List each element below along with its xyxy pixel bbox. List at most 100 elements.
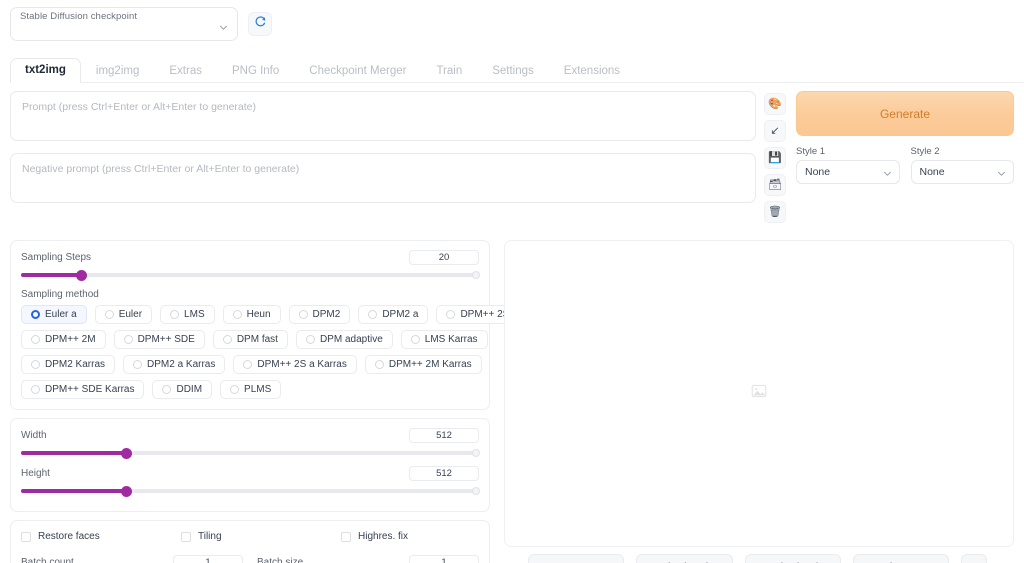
sampler-row-3: DPM2 Karras DPM2 a Karras DPM++ 2S a Kar… xyxy=(21,355,479,374)
sampler-lms-karras[interactable]: LMS Karras xyxy=(401,330,488,349)
sampler-dpmpp-2m[interactable]: DPM++ 2M xyxy=(21,330,106,349)
prompt-input[interactable]: Prompt (press Ctrl+Enter or Alt+Enter to… xyxy=(10,91,756,141)
batch-row: Batch count 1 Batch size xyxy=(21,554,479,563)
tab-settings[interactable]: Settings xyxy=(477,59,549,83)
style-2-select[interactable]: None xyxy=(911,160,1015,184)
sampling-steps-value[interactable]: 20 xyxy=(409,250,479,265)
sampler-label: DPM2 a Karras xyxy=(147,359,215,370)
height-slider: Height 512 xyxy=(21,465,479,497)
apply-style-icon[interactable]: 🗃 xyxy=(764,174,786,196)
tab-txt2img[interactable]: txt2img xyxy=(10,58,81,83)
radio-icon xyxy=(368,310,377,319)
sampler-dpmpp-sde[interactable]: DPM++ SDE xyxy=(114,330,205,349)
output-gallery[interactable] xyxy=(504,240,1014,547)
arrow-down-left-icon[interactable]: ↙ xyxy=(764,120,786,142)
main-tabs: txt2img img2img Extras PNG Info Checkpoi… xyxy=(10,57,1024,83)
sampler-dpm2[interactable]: DPM2 xyxy=(289,305,351,324)
sampler-label: LMS xyxy=(184,309,205,320)
sampler-dpmpp-sde-karras[interactable]: DPM++ SDE Karras xyxy=(21,380,144,399)
radio-icon xyxy=(124,335,133,344)
style-2-label: Style 2 xyxy=(911,146,1015,157)
width-value[interactable]: 512 xyxy=(409,428,479,443)
sampler-plms[interactable]: PLMS xyxy=(220,380,281,399)
tiling-checkbox[interactable]: Tiling xyxy=(181,531,341,542)
refresh-checkpoints-button[interactable] xyxy=(248,12,272,36)
sampler-dpm2-a-karras[interactable]: DPM2 a Karras xyxy=(123,355,225,374)
sampler-label: Euler xyxy=(119,309,142,320)
slider-fill xyxy=(21,451,126,455)
checkpoint-select[interactable]: Stable Diffusion checkpoint xyxy=(10,7,238,41)
tab-checkpoint-merger[interactable]: Checkpoint Merger xyxy=(294,59,421,83)
radio-icon xyxy=(446,310,455,319)
radio-icon xyxy=(230,385,239,394)
sampler-label: LMS Karras xyxy=(425,334,478,345)
tab-extras[interactable]: Extras xyxy=(154,59,217,83)
sampler-label: DPM2 xyxy=(313,309,341,320)
batch-count-label: Batch count xyxy=(21,557,74,563)
sampling-steps-track[interactable] xyxy=(21,269,479,281)
sampler-row-2: DPM++ 2M DPM++ SDE DPM fast DPM ada xyxy=(21,330,479,349)
style-selectors: Style 1 None Style 2 None xyxy=(796,146,1014,184)
sampler-label: DPM fast xyxy=(237,334,278,345)
slider-knob[interactable] xyxy=(121,486,132,497)
tab-img2img[interactable]: img2img xyxy=(81,59,154,83)
height-track[interactable] xyxy=(21,485,479,497)
negative-prompt-input[interactable]: Negative prompt (press Ctrl+Enter or Alt… xyxy=(10,153,756,203)
radio-icon xyxy=(243,360,252,369)
prompt-zone: Prompt (press Ctrl+Enter or Alt+Enter to… xyxy=(0,83,1024,223)
width-slider: Width 512 xyxy=(21,427,479,459)
send-to-extras-button[interactable]: Send to extras xyxy=(853,554,949,563)
batch-size-value[interactable]: 1 xyxy=(409,555,479,563)
folder-icon[interactable]: 📁 xyxy=(961,554,987,563)
sampling-method-label: Sampling method xyxy=(21,289,479,300)
image-placeholder-icon xyxy=(751,383,767,404)
radio-icon xyxy=(223,335,232,344)
sampler-label: DDIM xyxy=(176,384,202,395)
sampler-euler[interactable]: Euler xyxy=(95,305,152,324)
paste-style-icon[interactable]: 🎨 xyxy=(764,93,786,115)
batch-count-value[interactable]: 1 xyxy=(173,555,243,563)
sampler-euler-a[interactable]: Euler a xyxy=(21,305,87,324)
prompt-tool-buttons: 🎨 ↙ 💾 🗃 🗑 xyxy=(764,91,788,223)
batch-count-slider: Batch count 1 xyxy=(21,554,243,563)
sampler-lms[interactable]: LMS xyxy=(160,305,215,324)
sampler-dpmpp-2m-karras[interactable]: DPM++ 2M Karras xyxy=(365,355,482,374)
sampler-heun[interactable]: Heun xyxy=(223,305,281,324)
slider-endcap xyxy=(472,449,480,457)
style-1-select[interactable]: None xyxy=(796,160,900,184)
sampler-dpm2-a[interactable]: DPM2 a xyxy=(358,305,428,324)
send-to-img2img-button[interactable]: Send to img2img xyxy=(636,554,733,563)
height-label: Height xyxy=(21,468,50,479)
save-style-icon[interactable]: 💾 xyxy=(764,147,786,169)
sampler-dpm-adaptive[interactable]: DPM adaptive xyxy=(296,330,393,349)
sampling-panel: Sampling Steps 20 Sampling method xyxy=(10,240,490,410)
checkbox-icon xyxy=(21,532,31,542)
send-to-inpaint-button[interactable]: Send to inpaint xyxy=(745,554,841,563)
highres-fix-checkbox[interactable]: Highres. fix xyxy=(341,531,408,542)
sampler-dpm-fast[interactable]: DPM fast xyxy=(213,330,288,349)
restore-faces-label: Restore faces xyxy=(38,531,100,542)
sampler-ddim[interactable]: DDIM xyxy=(152,380,212,399)
checkbox-icon xyxy=(181,532,191,542)
sampling-method-radios: Euler a Euler LMS Heun xyxy=(21,305,479,399)
width-track[interactable] xyxy=(21,447,479,459)
slider-knob[interactable] xyxy=(121,448,132,459)
restore-faces-checkbox[interactable]: Restore faces xyxy=(21,531,181,542)
radio-icon xyxy=(31,335,40,344)
tab-png-info[interactable]: PNG Info xyxy=(217,59,294,83)
height-value[interactable]: 512 xyxy=(409,466,479,481)
radio-icon xyxy=(299,310,308,319)
radio-icon xyxy=(31,310,40,319)
sampler-dpmpp-2s-a-karras[interactable]: DPM++ 2S a Karras xyxy=(233,355,356,374)
sampling-steps-label: Sampling Steps xyxy=(21,252,91,263)
tab-extensions[interactable]: Extensions xyxy=(549,59,635,83)
chevron-down-icon xyxy=(997,169,1006,178)
clear-prompt-icon[interactable]: 🗑 xyxy=(764,201,786,223)
sampler-label: DPM++ 2M xyxy=(45,334,96,345)
generate-button[interactable]: Generate xyxy=(796,91,1014,136)
sampler-dpm2-karras[interactable]: DPM2 Karras xyxy=(21,355,115,374)
slider-knob[interactable] xyxy=(76,270,87,281)
style-2-value: None xyxy=(920,166,945,178)
save-button[interactable]: Save xyxy=(528,554,624,563)
tab-train[interactable]: Train xyxy=(421,59,477,83)
